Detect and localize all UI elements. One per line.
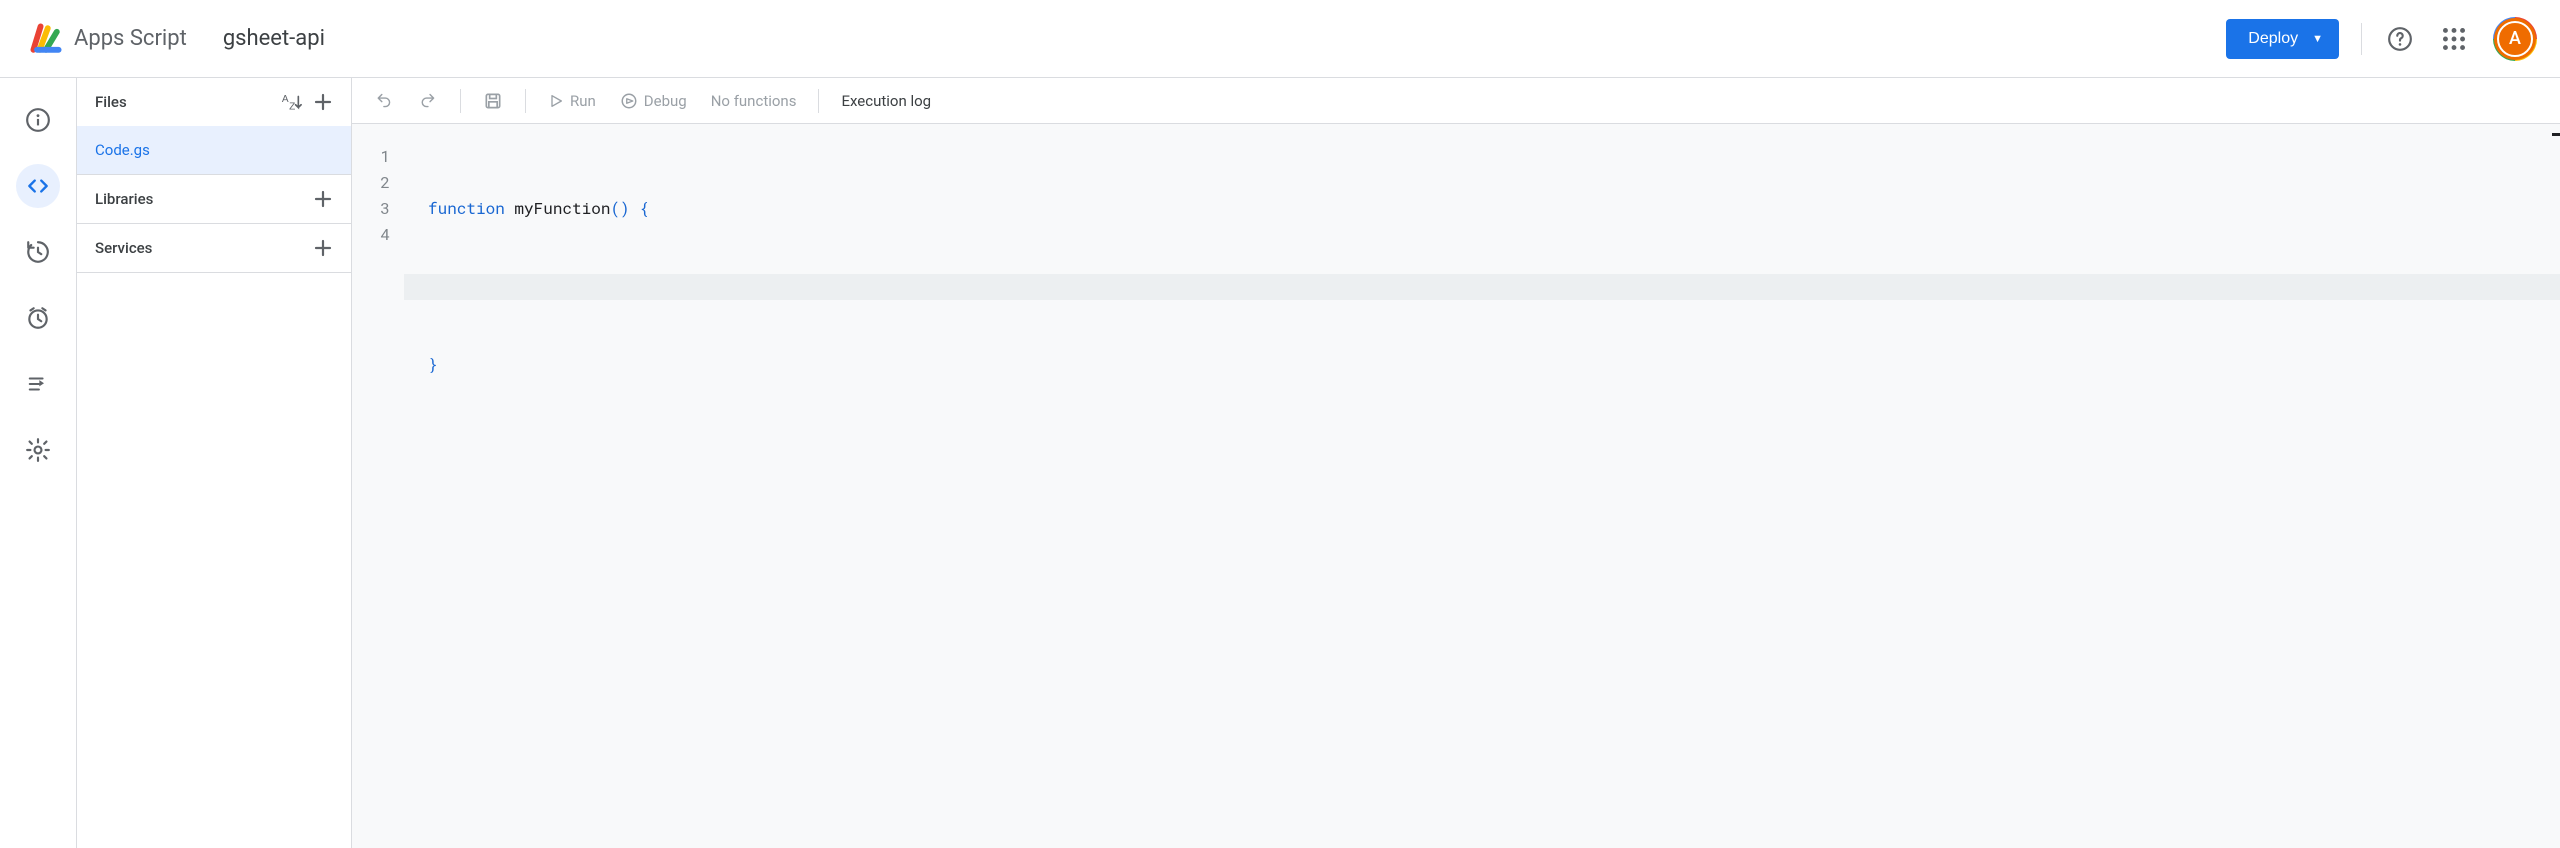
libraries-section-header: Libraries bbox=[77, 175, 351, 223]
help-icon bbox=[2387, 26, 2413, 52]
plus-icon bbox=[311, 187, 335, 211]
account-avatar[interactable]: A bbox=[2494, 18, 2536, 60]
deploy-button[interactable]: Deploy ▼ bbox=[2226, 19, 2339, 59]
line-number: 2 bbox=[380, 170, 390, 196]
editor-area: Run Debug No functions Execution log 1 2 bbox=[352, 78, 2560, 848]
help-button[interactable] bbox=[2380, 19, 2420, 59]
project-title[interactable]: gsheet-api bbox=[223, 26, 325, 51]
sort-files-button[interactable]: A Z bbox=[275, 86, 307, 118]
debug-button[interactable]: Debug bbox=[610, 86, 697, 116]
gear-icon bbox=[25, 437, 51, 463]
function-selector[interactable]: No functions bbox=[701, 86, 807, 116]
nav-executions[interactable] bbox=[16, 296, 60, 340]
avatar-letter: A bbox=[2497, 21, 2533, 57]
header: Apps Script gsheet-api Deploy ▼ A bbox=[0, 0, 2560, 78]
code-lines[interactable]: function myFunction() { } bbox=[404, 144, 2560, 848]
undo-icon bbox=[374, 91, 394, 111]
files-section-header: Files A Z bbox=[77, 78, 351, 126]
history-icon bbox=[25, 239, 51, 265]
add-library-button[interactable] bbox=[307, 183, 339, 215]
sort-az-icon: A Z bbox=[280, 91, 302, 113]
chevron-down-icon: ▼ bbox=[2312, 33, 2323, 45]
svg-text:A: A bbox=[282, 94, 289, 105]
separator bbox=[2361, 23, 2362, 55]
apps-script-logo-icon bbox=[28, 21, 64, 57]
save-button[interactable] bbox=[473, 85, 513, 117]
execution-log-label: Execution log bbox=[841, 92, 931, 110]
code-line-3[interactable]: } bbox=[404, 352, 2560, 378]
redo-button[interactable] bbox=[408, 85, 448, 117]
sidebar: Files A Z Code.gs Librar bbox=[76, 78, 352, 848]
debug-label: Debug bbox=[644, 92, 687, 110]
run-label: Run bbox=[570, 92, 596, 110]
svg-text:Z: Z bbox=[289, 101, 295, 112]
nav-project-settings[interactable] bbox=[16, 428, 60, 472]
plus-icon bbox=[311, 236, 335, 260]
nav-triggers[interactable] bbox=[16, 230, 60, 274]
minimap-indicator bbox=[2552, 133, 2560, 136]
undo-button[interactable] bbox=[364, 85, 404, 117]
editor-toolbar: Run Debug No functions Execution log bbox=[352, 78, 2560, 124]
code-line-2[interactable] bbox=[404, 274, 2560, 300]
apps-grid-icon bbox=[2443, 28, 2465, 50]
separator bbox=[525, 89, 526, 113]
deploy-label: Deploy bbox=[2248, 30, 2298, 48]
separator bbox=[460, 89, 461, 113]
code-line-4[interactable] bbox=[404, 430, 2560, 456]
line-number: 1 bbox=[380, 144, 390, 170]
files-label: Files bbox=[95, 93, 275, 111]
info-icon bbox=[25, 107, 51, 133]
services-label: Services bbox=[95, 239, 307, 257]
clock-icon bbox=[25, 305, 51, 331]
save-icon bbox=[483, 91, 503, 111]
google-apps-button[interactable] bbox=[2434, 19, 2474, 59]
line-gutter: 1 2 3 4 bbox=[352, 144, 404, 848]
list-play-icon bbox=[27, 373, 49, 395]
services-section-header: Services bbox=[77, 224, 351, 272]
redo-icon bbox=[418, 91, 438, 111]
file-item-code-gs[interactable]: Code.gs bbox=[77, 126, 351, 174]
line-number: 4 bbox=[380, 222, 390, 248]
line-number: 3 bbox=[380, 196, 390, 222]
code-icon bbox=[25, 173, 51, 199]
left-rail bbox=[0, 78, 76, 848]
add-service-button[interactable] bbox=[307, 232, 339, 264]
separator bbox=[818, 89, 819, 113]
nav-execution-log-shortcut[interactable] bbox=[16, 362, 60, 406]
nav-overview[interactable] bbox=[16, 98, 60, 142]
code-editor[interactable]: 1 2 3 4 function myFunction() { } bbox=[352, 124, 2560, 848]
libraries-label: Libraries bbox=[95, 190, 307, 208]
plus-icon bbox=[311, 90, 335, 114]
play-icon bbox=[548, 93, 564, 109]
product-name: Apps Script bbox=[74, 26, 187, 51]
function-selector-label: No functions bbox=[711, 92, 797, 110]
nav-editor[interactable] bbox=[16, 164, 60, 208]
logo-area[interactable]: Apps Script bbox=[28, 21, 187, 57]
code-line-1[interactable]: function myFunction() { bbox=[404, 196, 2560, 222]
add-file-button[interactable] bbox=[307, 86, 339, 118]
debug-icon bbox=[620, 92, 638, 110]
execution-log-button[interactable]: Execution log bbox=[831, 86, 941, 116]
run-button[interactable]: Run bbox=[538, 86, 606, 116]
